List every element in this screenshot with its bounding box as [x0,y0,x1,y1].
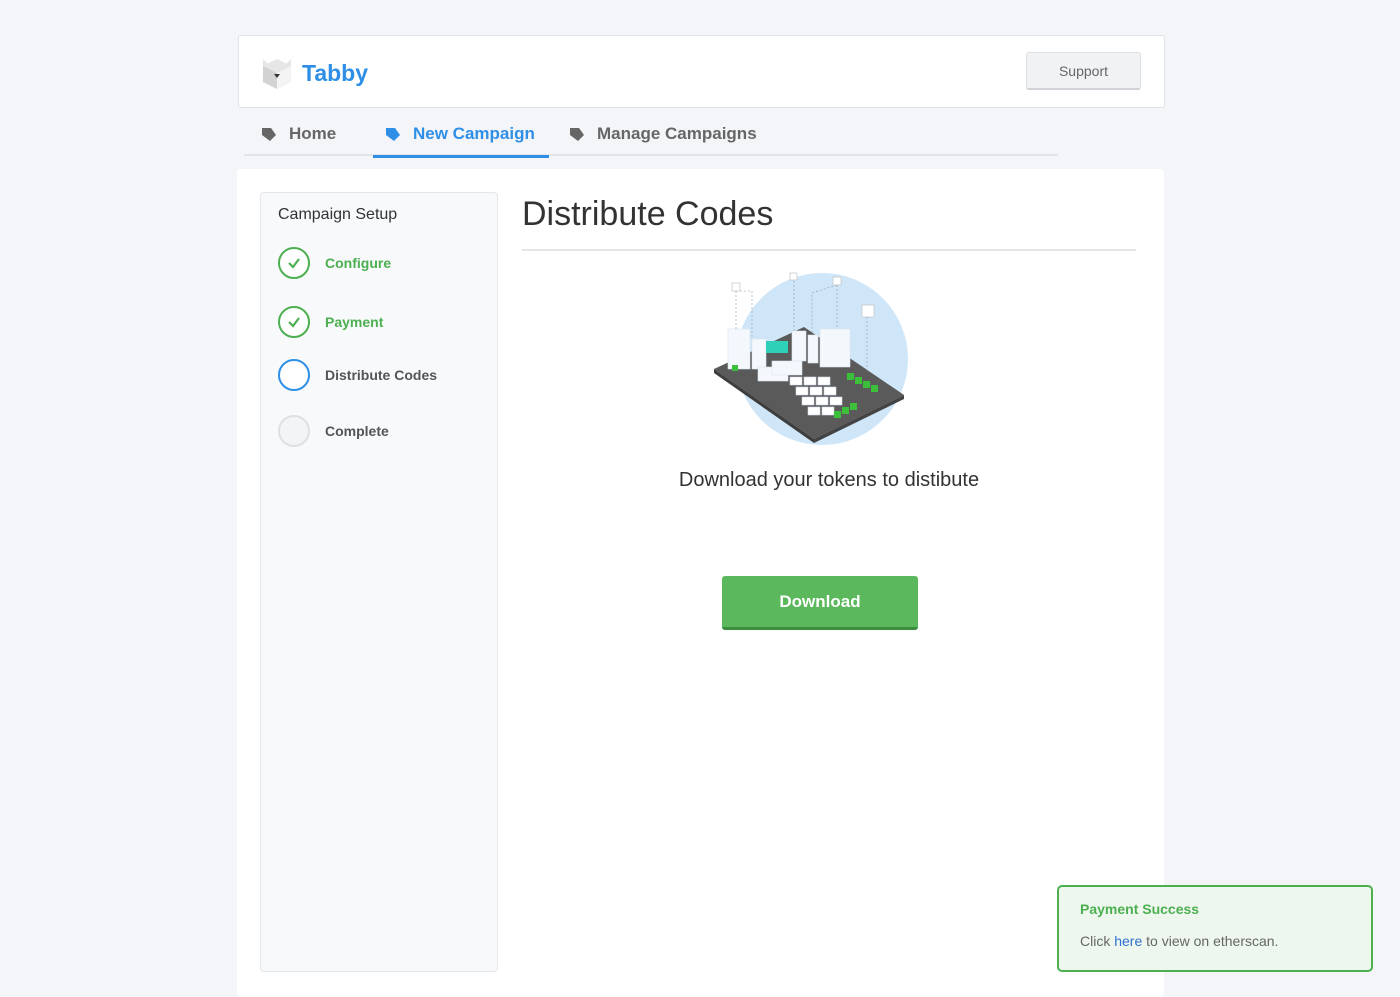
tabby-logo-icon [263,59,291,89]
etherscan-link[interactable]: here [1114,933,1142,949]
current-step-circle-icon [278,359,310,391]
distribute-subtitle: Download your tokens to distibute [678,469,980,491]
tab-manage-campaigns[interactable]: Manage Campaigns [569,112,757,156]
sidebar-title: Campaign Setup [278,206,398,223]
step-label: Complete [325,423,389,439]
arrow-tag-icon [386,128,400,141]
main-nav: Home New Campaign Manage Campaigns [244,112,1058,158]
pending-step-circle-icon [278,415,310,447]
step-payment[interactable]: Payment [278,306,383,338]
toast-body-suffix: to view on etherscan. [1142,933,1279,949]
step-label: Payment [325,314,384,330]
check-icon [278,306,310,338]
city-illustration-icon [714,272,908,445]
step-complete[interactable]: Complete [278,415,389,447]
app-header: Tabby Support [238,35,1165,108]
step-label: Configure [325,255,392,271]
step-distribute-codes[interactable]: Distribute Codes [278,359,437,391]
campaign-setup-sidebar: Campaign Setup Configure Payment Distrib… [260,192,498,972]
tab-manage-campaigns-label: Manage Campaigns [597,124,757,143]
toast-body-prefix: Click [1080,933,1115,949]
title-divider [522,249,1136,251]
brand-name[interactable]: Tabby [302,60,368,87]
step-configure[interactable]: Configure [278,247,391,279]
tab-home[interactable]: Home [261,112,336,156]
download-button[interactable]: Download [722,576,918,630]
tab-new-campaign-label: New Campaign [413,124,535,143]
payment-success-toast: Payment Success Click here to view on et… [1057,885,1373,972]
support-button[interactable]: Support [1026,52,1141,90]
content-card: Campaign Setup Configure Payment Distrib… [237,169,1164,997]
toast-body: Click here to view on etherscan. [1080,933,1278,949]
page-title: Distribute Codes [522,195,774,233]
check-icon [278,247,310,279]
tab-home-label: Home [289,124,337,143]
arrow-tag-icon [262,128,276,141]
arrow-tag-icon [570,128,584,141]
toast-title: Payment Success [1080,901,1200,917]
tab-new-campaign[interactable]: New Campaign [373,112,549,158]
step-label: Distribute Codes [325,367,438,383]
